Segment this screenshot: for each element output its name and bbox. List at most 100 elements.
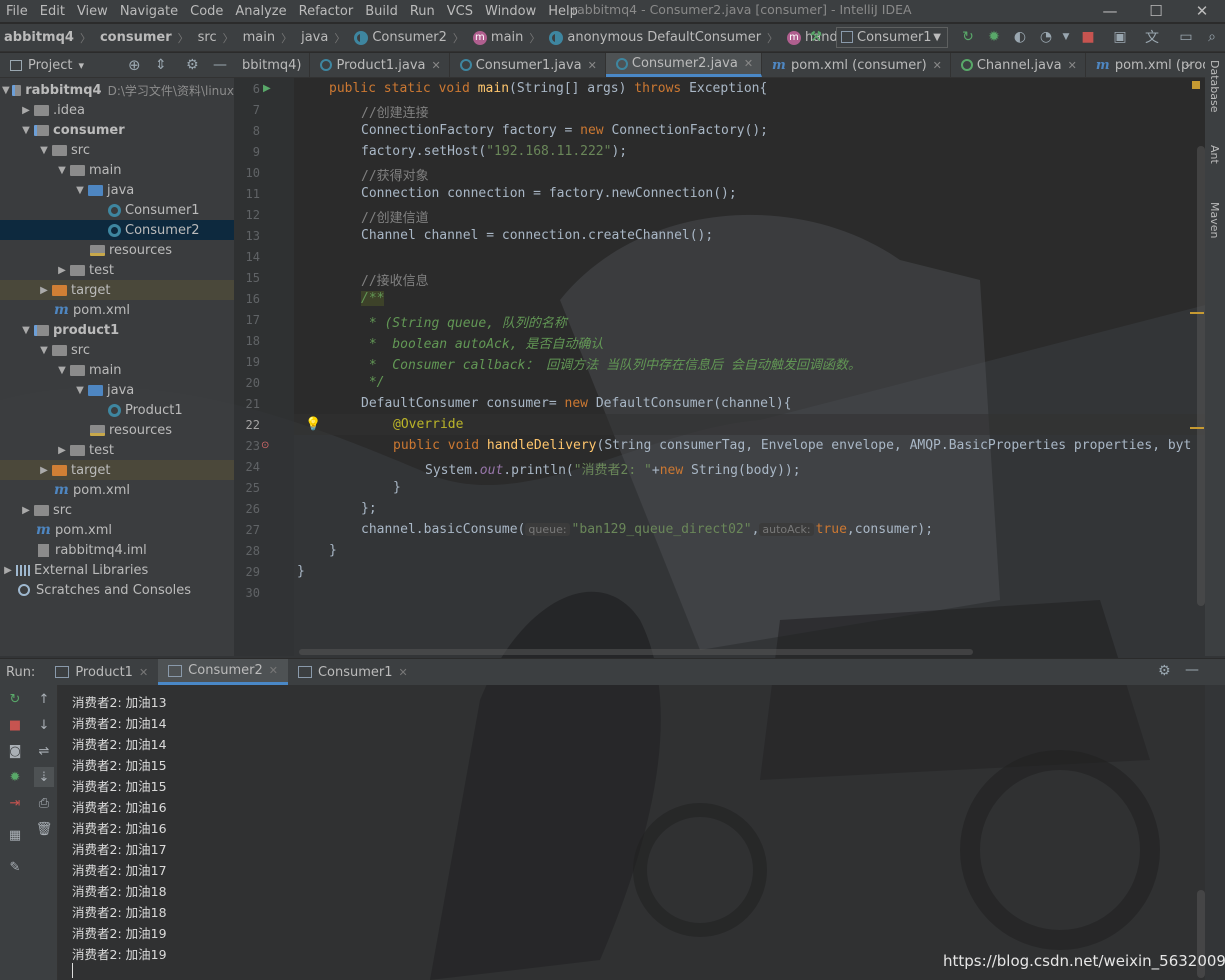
menu-build[interactable]: Build — [359, 4, 404, 19]
menu-refactor[interactable]: Refactor — [293, 4, 360, 19]
menu-code[interactable]: Code — [184, 4, 229, 19]
stop-icon[interactable]: ■ — [5, 715, 25, 735]
tree-item-consumer-target[interactable]: ▶ target — [0, 280, 234, 300]
menu-file[interactable]: File — [0, 4, 34, 19]
run-settings-gear-icon[interactable]: ⚙ — [1158, 663, 1171, 679]
editor-vertical-scrollbar[interactable] — [1197, 146, 1205, 606]
tab-pom-consumer[interactable]: m pom.xml (consumer) ✕ — [762, 53, 951, 77]
tree-item-consumer-test[interactable]: ▶ test — [0, 260, 234, 280]
locate-icon[interactable]: ⊕ — [128, 56, 141, 74]
tabs-overflow-icon[interactable]: ⌄ — [1183, 56, 1193, 70]
close-window-button[interactable]: ✕ — [1179, 0, 1225, 22]
warning-marker[interactable] — [1190, 427, 1204, 429]
scroll-to-end-icon[interactable]: ⇣ — [34, 767, 54, 787]
run-gutter-icon[interactable]: ▶ — [263, 83, 271, 94]
tab-channel-java[interactable]: Channel.java ✕ — [951, 53, 1086, 77]
tree-item-product1-class[interactable]: Product1 — [0, 400, 234, 420]
tree-item-product1-resources[interactable]: resources — [0, 420, 234, 440]
warning-marker[interactable] — [1190, 312, 1204, 314]
down-arrow-icon[interactable]: ↓ — [34, 715, 54, 735]
menu-run[interactable]: Run — [404, 4, 441, 19]
hide-run-panel-icon[interactable]: — — [1185, 662, 1199, 678]
layout-icon[interactable]: ▭ — [1176, 27, 1196, 47]
stop-icon[interactable]: ■ — [1078, 27, 1098, 47]
more-run-dropdown-icon[interactable]: ▼ — [1056, 27, 1076, 47]
translate-icon[interactable]: 文 — [1142, 27, 1162, 47]
coverage-icon[interactable]: ◐ — [1010, 27, 1030, 47]
close-tab-icon[interactable]: ✕ — [139, 666, 148, 679]
rerun-icon[interactable]: ↻ — [5, 689, 25, 709]
close-tab-icon[interactable]: ✕ — [1068, 59, 1077, 72]
tree-item-product1-java[interactable]: ▼ java — [0, 380, 234, 400]
breadcrumb-method-main[interactable]: m main — [469, 30, 523, 45]
breadcrumb-main[interactable]: main — [239, 30, 275, 45]
tree-item-product1-pom[interactable]: m pom.xml — [0, 480, 234, 500]
tab-project-pom[interactable]: bbitmq4) — [234, 53, 311, 77]
tree-item-consumer[interactable]: ▼ consumer — [0, 120, 234, 140]
tree-item-consumer-resources[interactable]: resources — [0, 240, 234, 260]
ant-tool-button[interactable]: Ant — [1208, 145, 1221, 164]
profile-icon[interactable]: ◔ — [1036, 27, 1056, 47]
menu-view[interactable]: View — [71, 4, 114, 19]
hide-panel-icon[interactable]: — — [213, 57, 227, 73]
search-icon[interactable]: ⌕ — [1202, 27, 1222, 47]
menu-edit[interactable]: Edit — [34, 4, 71, 19]
tree-item-external-libraries[interactable]: ▶ External Libraries — [0, 560, 234, 580]
tab-consumer1-java[interactable]: Consumer1.java ✕ — [450, 53, 606, 77]
tree-item-consumer-main[interactable]: ▼ main — [0, 160, 234, 180]
run-tab-consumer1[interactable]: Consumer1 ✕ — [288, 659, 418, 685]
inspection-status-icon[interactable] — [1192, 81, 1200, 89]
camera-icon[interactable]: ◙ — [5, 741, 25, 761]
breadcrumb-class[interactable]: Consumer2 — [350, 30, 447, 45]
tree-item-iml[interactable]: rabbitmq4.iml — [0, 540, 234, 560]
close-tab-icon[interactable]: ✕ — [933, 59, 942, 72]
tree-item-consumer-src[interactable]: ▼ src — [0, 140, 234, 160]
run-tab-consumer2[interactable]: Consumer2 ✕ — [158, 659, 288, 685]
project-view-label[interactable]: Project — [28, 58, 72, 73]
debug-icon[interactable]: ✹ — [5, 767, 25, 787]
debug-icon[interactable]: ✹ — [984, 27, 1004, 47]
tree-item-root-src[interactable]: ▶ src — [0, 500, 234, 520]
console-output[interactable] — [58, 685, 1205, 980]
trash-icon[interactable]: 🗑 — [34, 819, 54, 839]
close-tab-icon[interactable]: ✕ — [744, 57, 753, 70]
breadcrumb-src[interactable]: src — [194, 30, 217, 45]
tree-item-product1[interactable]: ▼ product1 — [0, 320, 234, 340]
collapse-all-icon[interactable]: ⇕ — [155, 57, 167, 73]
tree-item-scratches[interactable]: Scratches and Consoles — [0, 580, 234, 600]
close-tab-icon[interactable]: ✕ — [399, 666, 408, 679]
tree-item-idea[interactable]: ▶ .idea — [0, 100, 234, 120]
breadcrumb-anonymous-class[interactable]: anonymous DefaultConsumer — [545, 30, 761, 45]
exit-icon[interactable]: ⇥ — [5, 793, 25, 813]
run-configuration-select[interactable]: Consumer1 ▼ — [836, 27, 948, 48]
layout-icon[interactable]: ▦ — [5, 825, 25, 845]
run-tab-product1[interactable]: Product1 ✕ — [45, 659, 158, 685]
minimize-button[interactable]: — — [1087, 0, 1133, 22]
menu-window[interactable]: Window — [479, 4, 542, 19]
soft-wrap-icon[interactable]: ⇌ — [34, 741, 54, 761]
lightbulb-icon[interactable]: 💡 — [305, 417, 321, 432]
tab-product1-java[interactable]: Product1.java ✕ — [310, 53, 450, 77]
tree-item-consumer2-class[interactable]: Consumer2 — [0, 220, 234, 240]
tree-item-consumer-pom[interactable]: m pom.xml — [0, 300, 234, 320]
tree-item-product1-target[interactable]: ▶ target — [0, 460, 234, 480]
menu-analyze[interactable]: Analyze — [229, 4, 292, 19]
up-arrow-icon[interactable]: ↑ — [34, 689, 54, 709]
breadcrumb-module[interactable]: consumer — [96, 30, 172, 45]
breadcrumb-java[interactable]: java — [297, 30, 328, 45]
close-tab-icon[interactable]: ✕ — [432, 59, 441, 72]
build-hammer-icon[interactable]: ⚒ — [806, 27, 826, 47]
pin-icon[interactable]: ✎ — [5, 857, 25, 877]
menu-navigate[interactable]: Navigate — [114, 4, 184, 19]
override-gutter-icon[interactable]: ⊙ — [261, 440, 269, 451]
tree-item-root-pom[interactable]: m pom.xml — [0, 520, 234, 540]
settings-gear-icon[interactable]: ⚙ — [186, 57, 199, 73]
tree-item-product1-src[interactable]: ▼ src — [0, 340, 234, 360]
maven-tool-button[interactable]: Maven — [1208, 202, 1221, 238]
project-structure-icon[interactable]: ▣ — [1110, 27, 1130, 47]
tree-item-product1-test[interactable]: ▶ test — [0, 440, 234, 460]
rerun-icon[interactable]: ↻ — [958, 27, 978, 47]
maximize-button[interactable]: ☐ — [1133, 0, 1179, 22]
tree-item-product1-main[interactable]: ▼ main — [0, 360, 234, 380]
project-view-dropdown[interactable]: ▾ — [78, 59, 84, 72]
